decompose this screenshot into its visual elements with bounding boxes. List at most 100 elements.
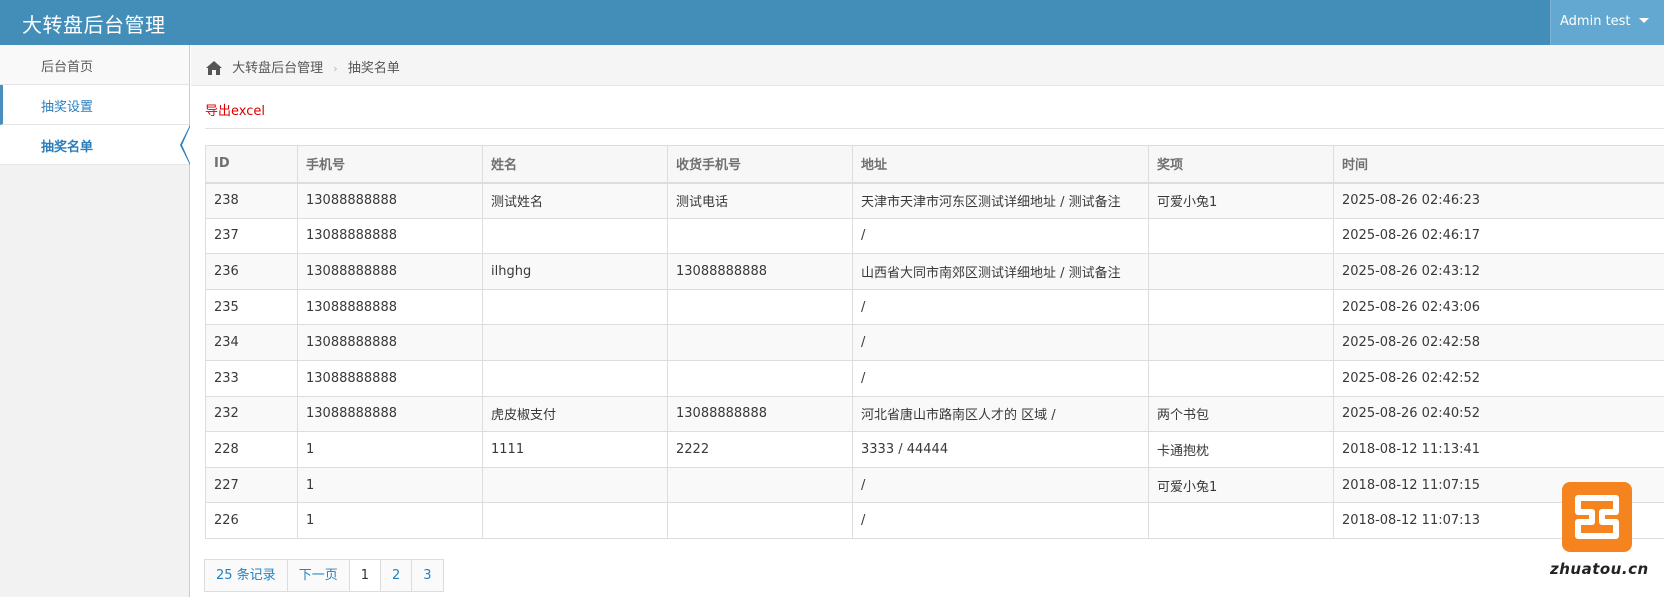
breadcrumb: 大转盘后台管理 › 抽奖名单 [191,45,1664,86]
breadcrumb-root[interactable]: 大转盘后台管理 [232,61,323,76]
pagination: 25 条记录 下一页 1 2 3 [204,559,444,592]
table-cell: 测试姓名 [482,182,668,219]
sidebar-item-winner-list[interactable]: 抽奖名单 [0,125,190,165]
table-cell [1148,324,1334,361]
app-title[interactable]: 大转盘后台管理 [22,9,166,38]
table-row: 228 1 1111 2222 3333 / 44444 卡通抱枕 2018-08-12 1… [205,431,1664,468]
table-row: 237 13088888888 / 2025-08-26 02:46:17 [205,217,1664,255]
table-cell [482,466,668,504]
export-excel-link[interactable]: 导出excel [205,100,265,119]
table-cell: 2025-08-26 02:43:12 [1333,253,1664,290]
table-cell: 1 [297,466,483,504]
column-header[interactable]: 地址 [852,145,1149,184]
table-cell: 可爱小兔1 [1148,466,1334,504]
table-cell: 卡通抱枕 [1148,431,1334,468]
table-cell: / [852,217,1149,255]
table-cell: / [852,359,1149,397]
caret-down-icon [1638,18,1649,23]
table-cell: 2025-08-26 02:46:23 [1333,182,1664,219]
column-header[interactable]: ID [205,145,298,184]
page-button-1[interactable]: 1 [348,559,381,592]
table-cell: 226 [205,502,298,539]
table-cell: 2222 [667,431,853,468]
table-row: 232 13088888888 虎皮椒支付 13088888888 河北省唐山市路南区人… [205,395,1664,433]
home-icon[interactable] [206,61,222,79]
table-cell: 可爱小兔1 [1148,182,1334,219]
column-header[interactable]: 奖项 [1148,145,1334,184]
column-header[interactable]: 手机号 [297,145,483,184]
table-cell [482,359,668,397]
table-cell [1148,253,1334,290]
table-cell: 13088888888 [297,253,483,290]
table-cell: 232 [205,395,298,433]
table-cell: 2025-08-26 02:46:17 [1333,217,1664,255]
table-cell [482,324,668,361]
table-cell: 2025-08-26 02:40:52 [1333,395,1664,433]
user-menu-button[interactable]: Admin test [1550,0,1664,45]
table-cell: 1111 [482,431,668,468]
table-cell: 3333 / 44444 [852,431,1149,468]
column-header[interactable]: 姓名 [482,145,668,184]
table-cell: 237 [205,217,298,255]
top-navbar: 大转盘后台管理 Admin test [0,0,1664,45]
sidebar-item-home[interactable]: 后台首页 [0,45,189,85]
next-page-button[interactable]: 下一页 [286,559,350,592]
sidebar: 后台首页 抽奖设置 抽奖名单 [0,45,190,597]
table-cell: 2018-08-12 11:13:41 [1333,431,1664,468]
table-cell: 236 [205,253,298,290]
table-cell: 虎皮椒支付 [482,395,668,433]
table-header-row: ID 手机号 姓名 收货手机号 地址 奖项 时间 [205,145,1664,184]
table-cell: 天津市天津市河东区测试详细地址 / 测试备注 [852,182,1149,219]
table-row: 236 13088888888 ilhghg 13088888888 山西省大同市南郊区… [205,253,1664,290]
table-cell: 13088888888 [297,182,483,219]
total-records[interactable]: 25 条记录 [204,559,288,592]
table-cell: / [852,466,1149,504]
table-cell: 13088888888 [297,217,483,255]
winner-table: ID 手机号 姓名 收货手机号 地址 奖项 时间 238 13088888888 测… [205,145,1664,539]
table-row: 233 13088888888 / 2025-08-26 02:42:52 [205,359,1664,397]
table-cell: 两个书包 [1148,395,1334,433]
table-cell: 227 [205,466,298,504]
table-cell [482,217,668,255]
table-cell: 测试电话 [667,182,853,219]
table-cell: 13088888888 [297,359,483,397]
watermark-text: zhuatou.cn [1550,560,1649,578]
table-cell: 233 [205,359,298,397]
table-row: 226 1/2018-08-12 11:07:13 [205,502,1664,539]
page-button-3[interactable]: 3 [411,559,444,592]
column-header[interactable]: 收货手机号 [667,145,853,184]
table-cell [667,359,853,397]
table-cell [667,466,853,504]
table-cell: 238 [205,182,298,219]
table-cell: 河北省唐山市路南区人才的 区域 / [852,395,1149,433]
table-cell: 13088888888 [297,395,483,433]
column-header[interactable]: 时间 [1333,145,1664,184]
table-cell: 1 [297,431,483,468]
table-cell [1148,502,1334,539]
table-cell: 13088888888 [297,288,483,326]
page-button-2[interactable]: 2 [379,559,413,592]
sidebar-item-lottery-settings[interactable]: 抽奖设置 [0,85,189,125]
table-row: 238 13088888888 测试姓名 测试电话 天津市天津市河东区测试详细地址 / … [205,182,1664,219]
table-cell [667,217,853,255]
table-cell: / [852,324,1149,361]
breadcrumb-separator-icon: › [333,62,338,75]
table-body: 238 13088888888 测试姓名 测试电话 天津市天津市河东区测试详细地址 / … [205,182,1664,539]
table-cell [1148,359,1334,397]
table-cell: 228 [205,431,298,468]
table-cell: / [852,288,1149,326]
table-cell: 234 [205,324,298,361]
watermark-logo: zhuatou.cn [1550,482,1660,587]
sidebar-item-label: 抽奖设置 [41,100,94,115]
divider [205,128,1664,129]
table-row: 234 13088888888 / 2025-08-26 02:42:58 [205,324,1664,361]
table-cell: 2025-08-26 02:42:58 [1333,324,1664,361]
logo-icon [1562,482,1632,552]
table-cell [482,288,668,326]
table-cell: 13088888888 [667,395,853,433]
table-cell: 2025-08-26 02:43:06 [1333,288,1664,326]
user-name: Admin test [1560,14,1631,29]
table-cell: ilhghg [482,253,668,290]
sidebar-item-label: 抽奖名单 [41,140,94,155]
sidebar-item-label: 后台首页 [41,60,94,75]
